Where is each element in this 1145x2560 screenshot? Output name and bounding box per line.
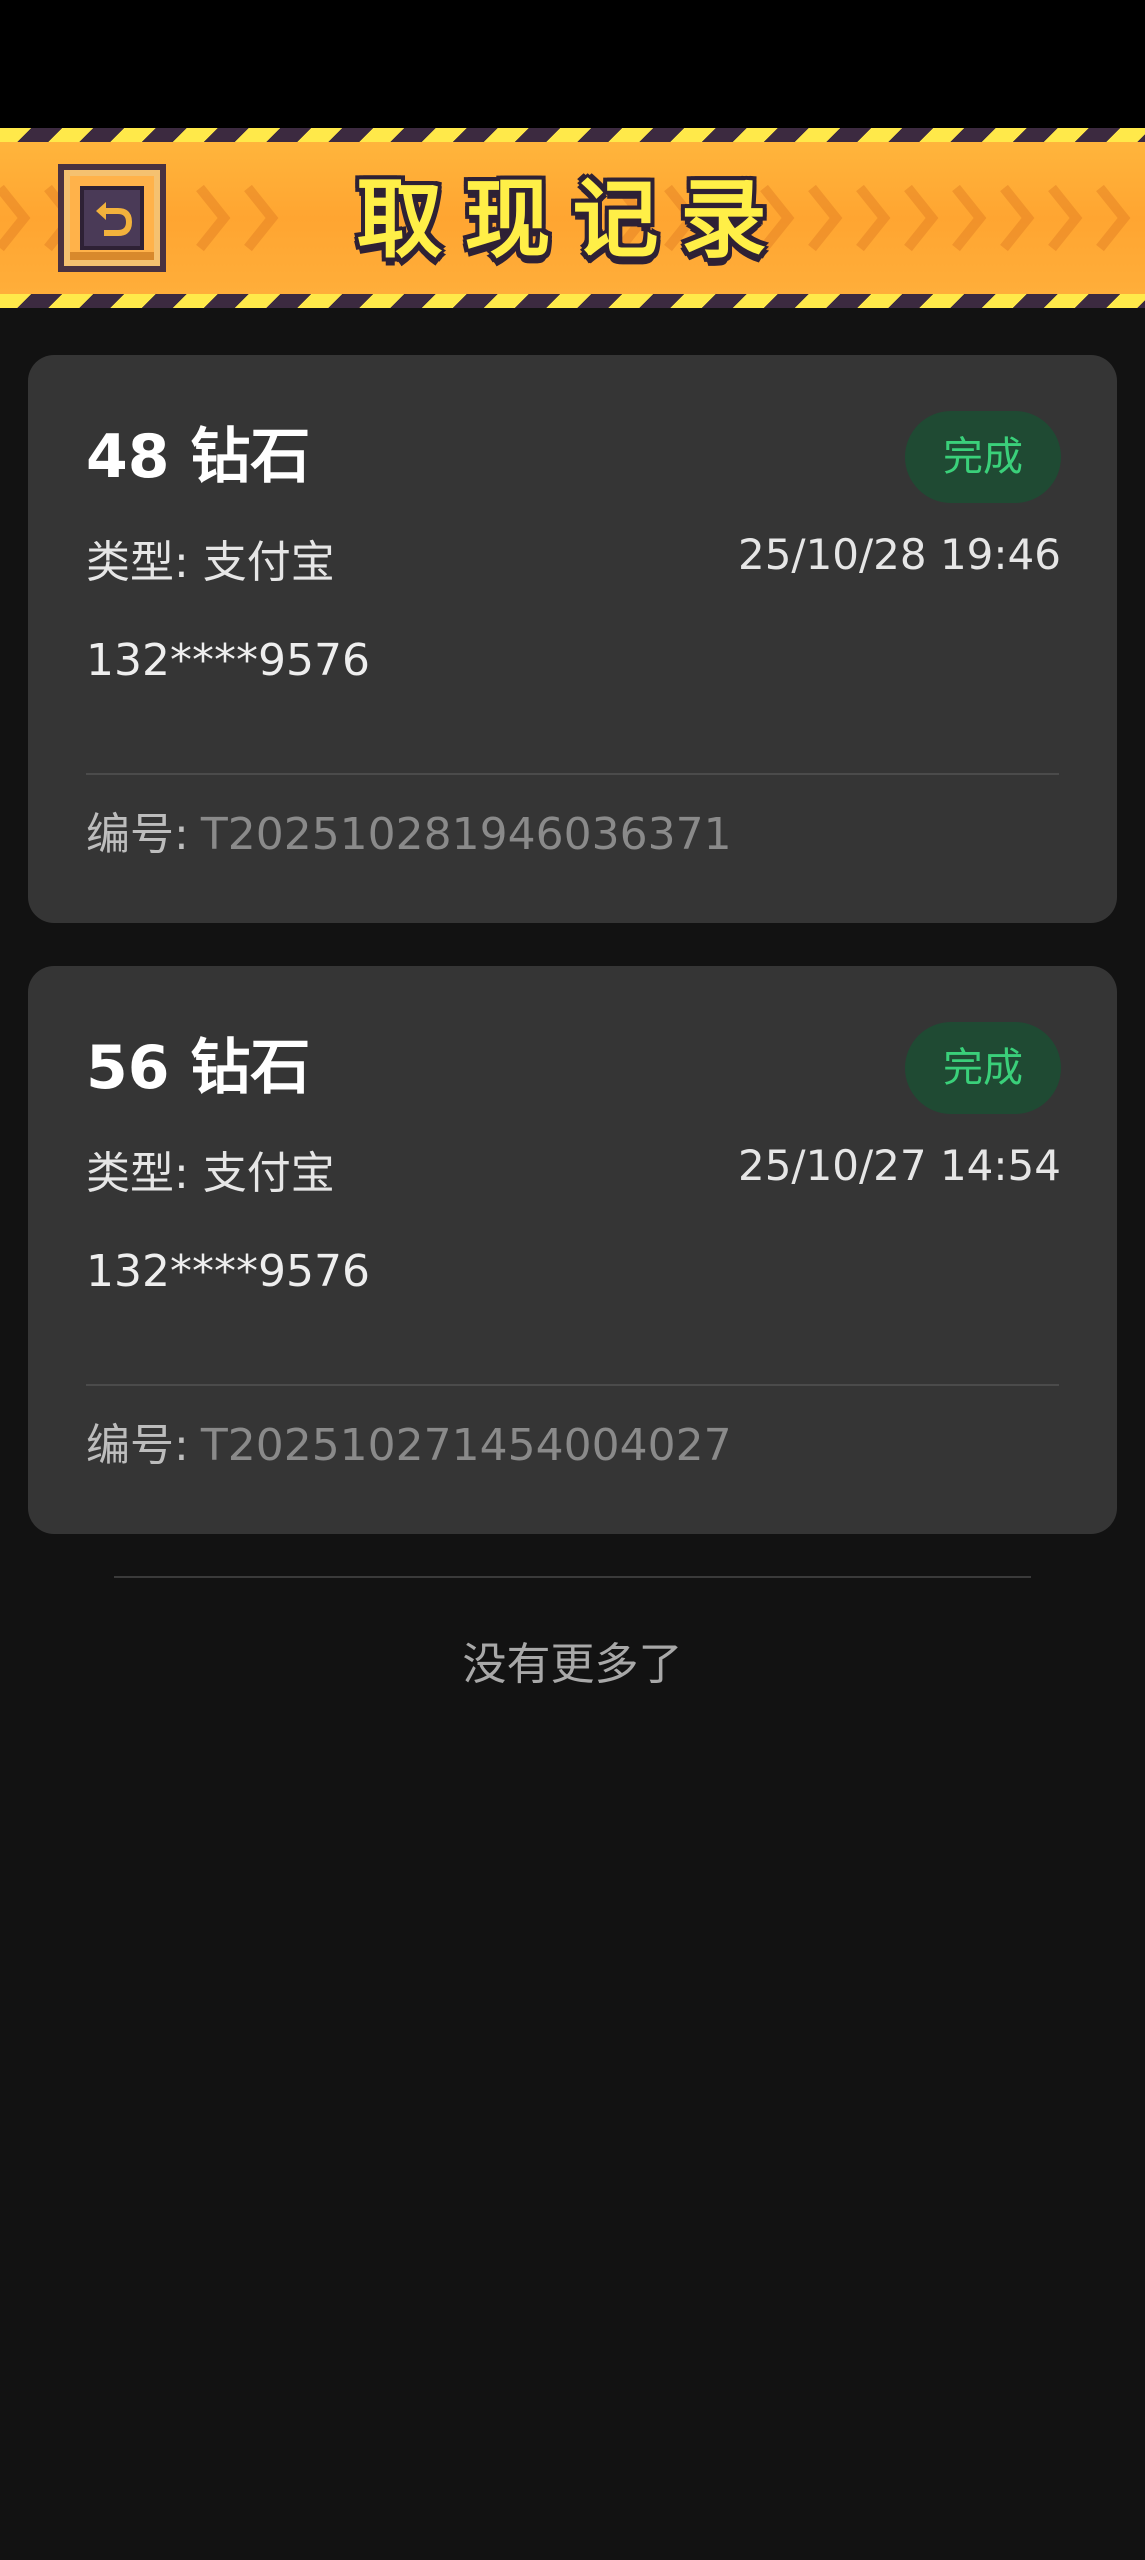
order-number: T202510271454004027 bbox=[200, 1420, 732, 1471]
record-amount: 48 钻石 bbox=[86, 422, 311, 492]
header-stripe-bottom bbox=[0, 294, 1145, 308]
status-bar bbox=[0, 0, 1145, 128]
list-end-divider bbox=[114, 1576, 1031, 1578]
back-arrow-icon bbox=[96, 202, 132, 236]
order-number: T202510281946036371 bbox=[200, 809, 732, 860]
record-time: 25/10/28 19:46 bbox=[737, 530, 1061, 579]
record-time: 25/10/27 14:54 bbox=[737, 1141, 1061, 1190]
record-card[interactable]: 48 钻石 完成 类型: 支付宝 25/10/28 19:46 132****9… bbox=[28, 355, 1117, 923]
withdraw-records-page: 取现记录 48 钻石 完成 类型: 支付宝 25/10/28 19:46 132… bbox=[0, 0, 1145, 2560]
card-divider bbox=[86, 1384, 1059, 1386]
back-button-inner bbox=[80, 186, 144, 250]
record-order: 编号: T202510271454004027 bbox=[86, 1406, 732, 1486]
record-card[interactable]: 56 钻石 完成 类型: 支付宝 25/10/27 14:54 132****9… bbox=[28, 966, 1117, 1534]
page-title: 取现记录 bbox=[356, 170, 789, 270]
status-badge: 完成 bbox=[905, 411, 1061, 503]
record-account: 132****9576 bbox=[86, 635, 370, 686]
back-button[interactable] bbox=[58, 164, 166, 272]
record-amount: 56 钻石 bbox=[86, 1033, 311, 1103]
header-stripe-top bbox=[0, 128, 1145, 142]
order-label: 编号: bbox=[86, 809, 189, 860]
record-order: 编号: T202510281946036371 bbox=[86, 795, 732, 875]
card-divider bbox=[86, 773, 1059, 775]
no-more-text: 没有更多了 bbox=[462, 1639, 683, 1690]
record-account: 132****9576 bbox=[86, 1246, 370, 1297]
record-type: 类型: 支付宝 bbox=[86, 537, 335, 588]
order-label: 编号: bbox=[86, 1420, 189, 1471]
record-type: 类型: 支付宝 bbox=[86, 1148, 335, 1199]
status-badge: 完成 bbox=[905, 1022, 1061, 1114]
header-banner: 取现记录 bbox=[0, 128, 1145, 308]
